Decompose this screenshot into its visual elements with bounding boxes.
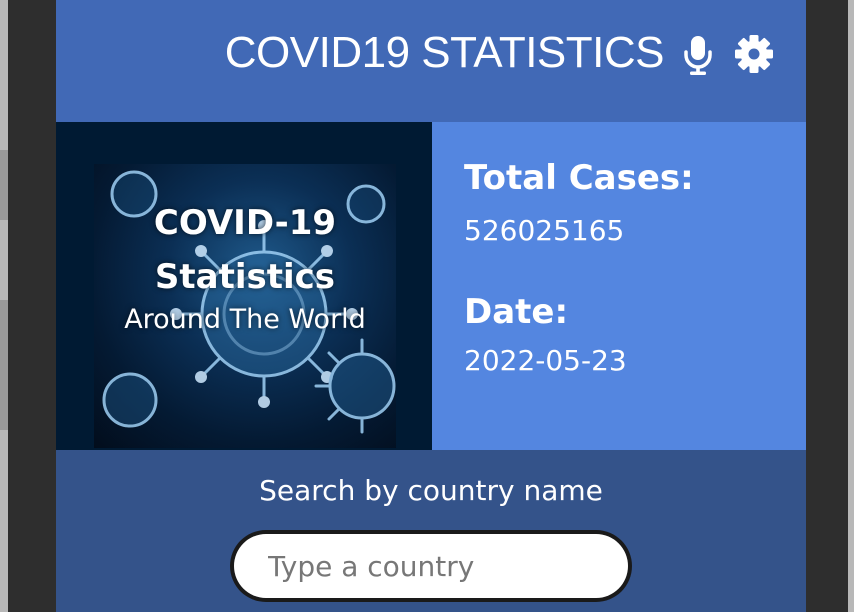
virus-image: COVID-19 Statistics Around The World — [94, 164, 396, 448]
device-button — [0, 150, 8, 220]
search-label: Search by country name — [259, 474, 603, 507]
date-value: 2022-05-23 — [464, 344, 627, 377]
stats-panel: Total Cases: 526025165 Date: 2022-05-23 — [432, 122, 806, 450]
search-box — [230, 530, 632, 602]
total-cases-label: Total Cases: — [464, 158, 694, 198]
device-side-right — [848, 0, 854, 612]
device-button — [0, 300, 8, 430]
device-side-left — [0, 0, 8, 612]
hero-panel: COVID-19 Statistics Around The World — [56, 122, 432, 450]
app-screen: COVID19 STATISTICS COVID-19 Statistics A… — [56, 0, 806, 612]
microphone-icon[interactable] — [682, 34, 714, 76]
total-cases-value: 526025165 — [464, 214, 625, 247]
app-title: COVID19 STATISTICS — [224, 28, 665, 77]
country-search-input[interactable] — [234, 534, 628, 598]
hero-title: COVID-19 Statistics — [153, 203, 337, 297]
app-header: COVID19 STATISTICS — [56, 0, 806, 122]
hero-subtitle: Around The World — [124, 304, 366, 335]
device-frame: COVID19 STATISTICS COVID-19 Statistics A… — [0, 0, 854, 612]
date-label: Date: — [464, 292, 569, 332]
gear-icon[interactable] — [734, 34, 774, 74]
